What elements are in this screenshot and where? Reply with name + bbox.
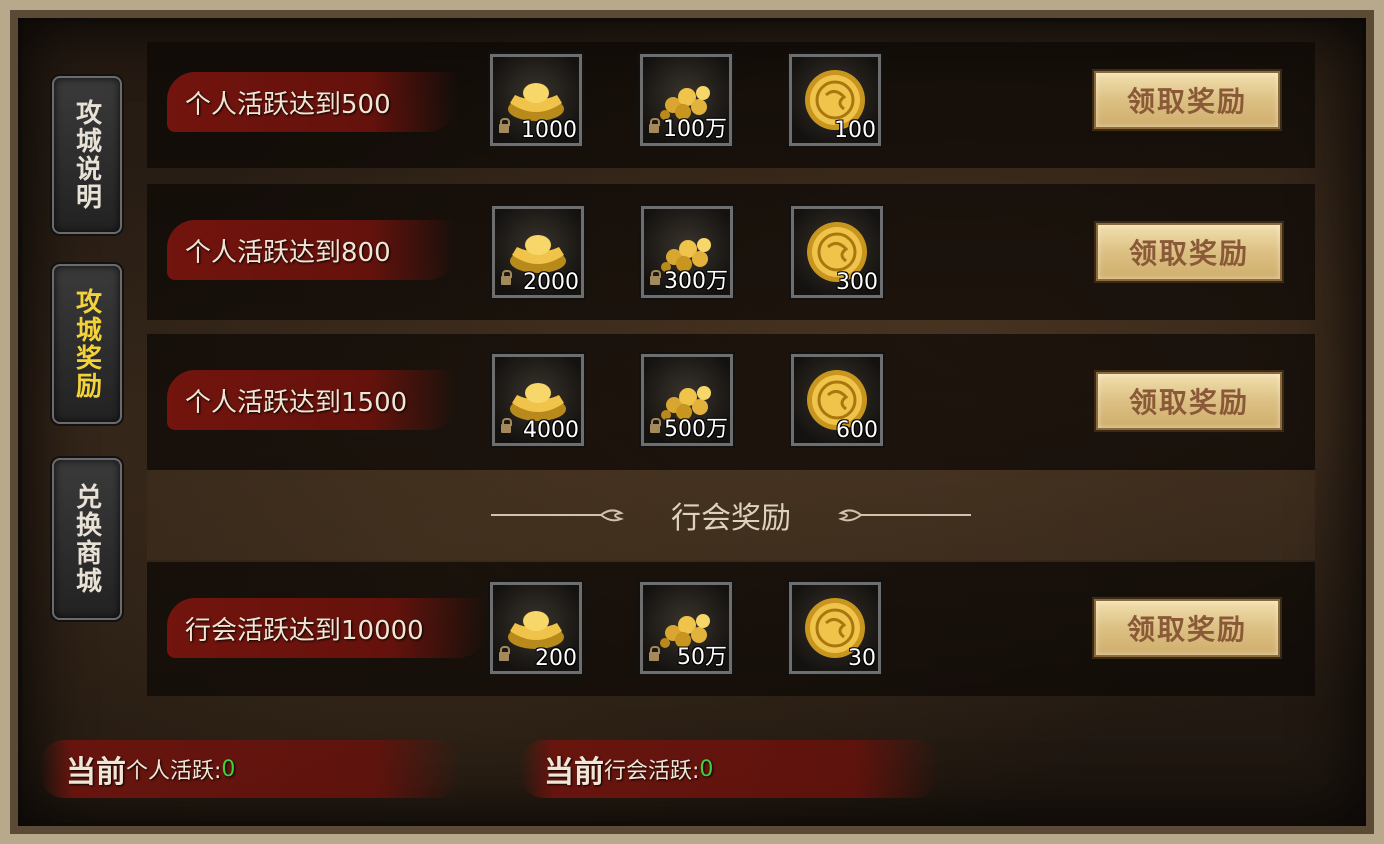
claim-reward-button[interactable]: 领取奖励	[1094, 71, 1280, 129]
claim-reward-label: 领取奖励	[1126, 85, 1247, 118]
reward-quantity: 600	[836, 418, 878, 443]
lock-icon	[649, 646, 660, 661]
lock-icon	[499, 118, 510, 133]
lock-icon	[501, 418, 512, 433]
tab-exchange-shop-label: 兑换商城	[71, 483, 102, 595]
reward-slot[interactable]: 4000	[490, 352, 586, 448]
reward-slot[interactable]: 600	[789, 352, 885, 448]
reward-quantity: 500万	[664, 417, 728, 442]
claim-reward-button[interactable]: 领取奖励	[1096, 223, 1282, 281]
reward-row: 个人活跃达到800 2000 300万 300 领取奖励	[147, 184, 1315, 320]
personal-activity-readout: 当前 个人活跃: 0	[40, 740, 460, 798]
reward-quantity: 100万	[663, 117, 727, 142]
reward-slot[interactable]: 300	[789, 204, 885, 300]
reward-quantity: 300万	[664, 269, 728, 294]
lock-icon	[650, 270, 661, 285]
claim-reward-label: 领取奖励	[1126, 613, 1247, 646]
reward-slot[interactable]: 50万	[638, 580, 734, 676]
current-prefix: 当前	[544, 755, 604, 790]
current-prefix: 当前	[66, 755, 126, 790]
tab-exchange-shop[interactable]: 兑换商城	[52, 458, 122, 620]
reward-quantity: 2000	[523, 270, 579, 295]
reward-quantity: 300	[836, 270, 878, 295]
claim-reward-label: 领取奖励	[1128, 386, 1249, 419]
lock-icon	[650, 418, 661, 433]
row-title: 个人活跃达到1500	[185, 387, 408, 418]
reward-slot[interactable]: 1000	[488, 52, 584, 148]
claim-reward-button[interactable]: 领取奖励	[1094, 599, 1280, 657]
reward-quantity: 100	[834, 118, 876, 143]
lock-icon	[649, 118, 660, 133]
reward-slot[interactable]: 2000	[490, 204, 586, 300]
row-title-ribbon: 个人活跃达到800	[167, 220, 457, 280]
guild-section-divider: 行会奖励	[147, 470, 1315, 560]
row-title-ribbon: 个人活跃达到500	[167, 72, 457, 132]
guild-section-title: 行会奖励	[671, 501, 791, 536]
tab-siege-info[interactable]: 攻城说明	[52, 76, 122, 234]
row-title-ribbon: 行会活跃达到10000	[167, 598, 487, 658]
reward-slot[interactable]: 300万	[639, 204, 735, 300]
tab-siege-rewards-label: 攻城奖励	[71, 288, 102, 400]
guild-activity-readout: 当前 行会活跃: 0	[520, 740, 940, 798]
reward-quantity: 1000	[521, 118, 577, 143]
lock-icon	[501, 270, 512, 285]
reward-quantity: 50万	[677, 645, 727, 670]
tab-siege-info-label: 攻城说明	[71, 99, 102, 211]
guild-activity-label: 行会活跃:	[604, 759, 700, 784]
tab-siege-rewards[interactable]: 攻城奖励	[52, 264, 122, 424]
ornament-left-icon	[491, 509, 624, 522]
row-title-ribbon: 个人活跃达到1500	[167, 370, 457, 430]
reward-slot[interactable]: 200	[488, 580, 584, 676]
reward-slot[interactable]: 500万	[639, 352, 735, 448]
reward-slot[interactable]: 100万	[638, 52, 734, 148]
reward-quantity: 4000	[523, 418, 579, 443]
reward-quantity: 30	[848, 646, 876, 671]
reward-slot[interactable]: 30	[787, 580, 883, 676]
reward-slot[interactable]: 100	[787, 52, 883, 148]
row-title: 个人活跃达到500	[185, 89, 391, 120]
guild-activity-value: 0	[699, 756, 714, 782]
reward-quantity: 200	[535, 646, 577, 671]
row-title: 行会活跃达到10000	[185, 615, 424, 646]
claim-reward-label: 领取奖励	[1128, 237, 1249, 270]
reward-row: 个人活跃达到1500 4000 500万 600 领取奖励	[147, 334, 1315, 470]
reward-row: 行会活跃达到10000 200 50万 30 领取奖励	[147, 562, 1315, 696]
ornament-right-icon	[838, 509, 971, 522]
reward-row: 个人活跃达到500 1000 100万 100 领取奖励	[147, 42, 1315, 168]
personal-activity-value: 0	[221, 756, 236, 782]
claim-reward-button[interactable]: 领取奖励	[1096, 372, 1282, 430]
personal-activity-label: 个人活跃:	[126, 759, 222, 784]
row-title: 个人活跃达到800	[185, 237, 391, 268]
lock-icon	[499, 646, 510, 661]
